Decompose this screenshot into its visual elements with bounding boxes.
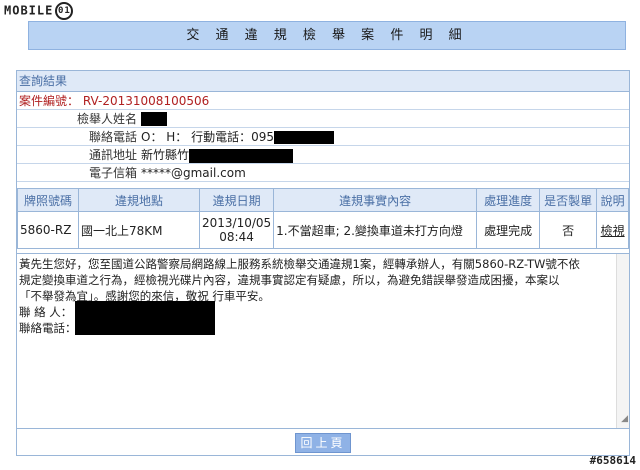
address-label: 通訊地址 (17, 145, 139, 164)
plate-cell: 5860-RZ (17, 211, 79, 249)
mobile01-logo: MOBILE 01 (4, 2, 74, 20)
email-value: *****@gmail.com (139, 163, 629, 182)
progress-cell: 處理完成 (476, 211, 541, 249)
watermark: #658614 (589, 454, 636, 467)
redacted-phone (274, 131, 335, 144)
col-plate: 牌照號碼 (17, 188, 79, 212)
case-number-row: 案件編號： RV-20131008100506 (17, 92, 629, 110)
col-detail: 說明 (596, 188, 629, 212)
email-row: 電子信箱 *****@gmail.com (17, 163, 629, 182)
result-header: 查詢結果 (17, 71, 629, 92)
address-row: 通訊地址 新竹縣竹 (17, 145, 629, 164)
ticketed-cell: 否 (539, 211, 598, 249)
contact-person-label: 聯 絡 人： (19, 305, 73, 319)
phone-row: 聯絡電話 O： H： 行動電話：095 (17, 127, 629, 146)
col-progress: 處理進度 (476, 188, 541, 212)
logo-mark: 01 (55, 2, 74, 20)
violation-table-header: 牌照號碼 違規地點 違規日期 違規事實內容 處理進度 是否製單 說明 (17, 188, 629, 212)
case-number-label: 案件編號： (19, 94, 80, 108)
email-label: 電子信箱 (17, 163, 139, 182)
phone-label: 聯絡電話 (17, 127, 139, 146)
date-value: 2013/10/05 (202, 216, 272, 230)
contact-phone-label: 聯絡電話： (19, 321, 77, 335)
phone-value: O： H： 行動電話：095 (141, 130, 275, 144)
resize-handle-icon[interactable]: ◢ (621, 411, 628, 427)
redacted-address (189, 148, 294, 163)
detail-cell: 檢視 (596, 211, 629, 249)
view-detail-link[interactable]: 檢視 (601, 224, 625, 238)
location-cell: 國一北上78KM (78, 211, 200, 249)
address-value: 新竹縣竹 (141, 148, 190, 162)
redacted-contact (75, 301, 215, 335)
logo-text: MOBILE (4, 3, 54, 18)
col-date: 違規日期 (198, 188, 275, 212)
facts-cell: 1.不當超車; 2.變換車道未打方向燈 (273, 211, 478, 249)
message-line: 黃先生您好，您至國道公路警察局網路線上服務系統檢舉交通違規1案，經轉承辦人，有關… (19, 257, 580, 271)
redacted-name (141, 111, 167, 126)
date-cell: 2013/10/05 08:44 (198, 211, 275, 249)
violation-table: 牌照號碼 違規地點 違規日期 違規事實內容 處理進度 是否製單 說明 5860-… (17, 188, 629, 249)
case-number-value: RV-20131008100506 (82, 94, 210, 108)
back-button[interactable]: 回上頁 (295, 433, 351, 453)
col-facts: 違規事實內容 (273, 188, 478, 212)
message-scrollbar[interactable] (616, 254, 629, 428)
reporter-name-label: 檢舉人姓名 (17, 109, 139, 128)
reporter-info-table: 案件編號： RV-20131008100506 檢舉人姓名 聯絡電話 O： H：… (17, 92, 629, 182)
result-panel: 查詢結果 案件編號： RV-20131008100506 檢舉人姓名 聯絡電話 … (16, 70, 630, 456)
table-row: 5860-RZ 國一北上78KM 2013/10/05 08:44 1.不當超車… (17, 211, 629, 249)
col-location: 違規地點 (78, 188, 200, 212)
col-ticketed: 是否製單 (539, 188, 598, 212)
reply-message-box[interactable]: 黃先生您好，您至國道公路警察局網路線上服務系統檢舉交通違規1案，經轉承辦人，有關… (17, 253, 629, 429)
reporter-name-row: 檢舉人姓名 (17, 109, 629, 128)
time-value: 08:44 (219, 230, 254, 244)
page-title: 交 通 違 規 檢 舉 案 件 明 細 (28, 21, 626, 50)
message-line: 規定變換車道之行為，經檢視光碟片內容，違規事實認定有疑慮，所以，為避免錯誤舉發造… (19, 273, 560, 287)
